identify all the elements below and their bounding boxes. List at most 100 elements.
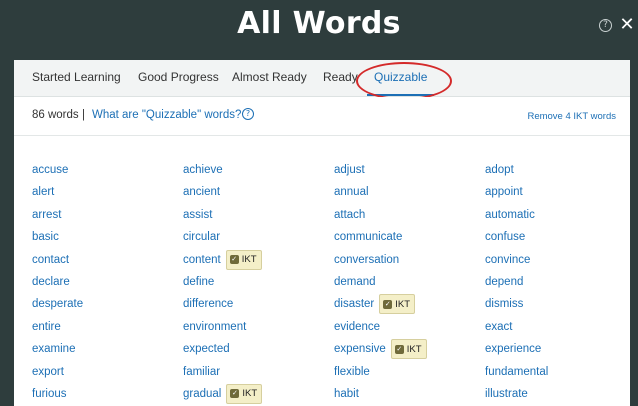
word-link[interactable]: examine — [32, 343, 75, 355]
close-icon[interactable]: ✕ — [619, 16, 635, 34]
word-link[interactable]: dismiss — [485, 298, 523, 310]
word-link[interactable]: assist — [183, 209, 212, 221]
what-are-quizzable-link[interactable]: What are "Quizzable" words? — [92, 109, 241, 121]
word-link[interactable]: accuse — [32, 164, 68, 176]
word-row: arrest assist attach automatic — [32, 205, 630, 227]
question-circle-icon[interactable]: ? — [599, 19, 612, 32]
remove-ikt-words-link[interactable]: Remove 4 IKT words — [527, 111, 616, 122]
word-link[interactable]: attach — [334, 209, 365, 221]
word-cell: flexible — [334, 362, 370, 382]
word-link[interactable]: habit — [334, 388, 359, 400]
word-row: entire environment evidence exact — [32, 317, 630, 339]
check-icon: ✓ — [230, 389, 240, 399]
word-cell: gradual ✓ IKT — [183, 383, 263, 404]
word-row: declare define demand depend — [32, 272, 630, 294]
ikt-badge: ✓ IKT — [225, 249, 262, 270]
word-link[interactable]: define — [183, 276, 214, 288]
word-link[interactable]: entire — [32, 321, 61, 333]
word-cell: habit — [334, 384, 359, 404]
highlight-circle-annotation — [356, 62, 452, 100]
word-link[interactable]: arrest — [32, 209, 61, 221]
word-cell: automatic — [485, 205, 535, 225]
check-icon: ✓ — [383, 299, 393, 309]
word-link[interactable]: appoint — [485, 186, 523, 198]
word-link[interactable]: illustrate — [485, 388, 528, 400]
word-link[interactable]: confuse — [485, 231, 525, 243]
ikt-badge: ✓ IKT — [379, 294, 416, 315]
word-link[interactable]: communicate — [334, 231, 402, 243]
word-cell: illustrate — [485, 384, 528, 404]
tab-good-progress[interactable]: Good Progress — [138, 70, 219, 84]
word-link[interactable]: basic — [32, 231, 59, 243]
word-cell: dismiss — [485, 294, 523, 314]
word-cell: adopt — [485, 160, 514, 180]
word-link[interactable]: achieve — [183, 164, 223, 176]
word-link[interactable]: environment — [183, 321, 246, 333]
word-cell: declare — [32, 272, 70, 292]
word-cell: conversation — [334, 250, 399, 270]
word-link[interactable]: ancient — [183, 186, 220, 198]
word-link[interactable]: evidence — [334, 321, 380, 333]
word-cell: adjust — [334, 160, 365, 180]
info-row: 86 words | What are "Quizzable" words? ?… — [14, 97, 630, 136]
word-row: examine expected expensive ✓ IKT experience — [32, 339, 630, 361]
word-cell: accuse — [32, 160, 68, 180]
word-link[interactable]: expensive — [334, 343, 386, 355]
word-link[interactable]: adopt — [485, 164, 514, 176]
ikt-badge: ✓ IKT — [226, 383, 263, 404]
word-link[interactable]: automatic — [485, 209, 535, 221]
word-cell: confuse — [485, 227, 525, 247]
word-cell: evidence — [334, 317, 380, 337]
word-cell: demand — [334, 272, 376, 292]
word-cell: entire — [32, 317, 61, 337]
word-link[interactable]: contact — [32, 254, 69, 266]
word-link[interactable]: conversation — [334, 254, 399, 266]
word-cell: environment — [183, 317, 246, 337]
question-circle-icon[interactable]: ? — [242, 108, 254, 120]
word-link[interactable]: demand — [334, 276, 376, 288]
word-row: alert ancient annual appoint — [32, 182, 630, 204]
ikt-label: IKT — [242, 388, 258, 400]
word-link[interactable]: expected — [183, 343, 230, 355]
ikt-label: IKT — [406, 343, 422, 355]
word-link[interactable]: depend — [485, 276, 523, 288]
word-cell: basic — [32, 227, 59, 247]
tab-ready[interactable]: Ready — [323, 70, 358, 84]
word-link[interactable]: declare — [32, 276, 70, 288]
word-link[interactable]: desperate — [32, 298, 83, 310]
word-cell: expected — [183, 339, 230, 359]
check-icon: ✓ — [394, 344, 404, 354]
word-cell: examine — [32, 339, 75, 359]
word-cell: content ✓ IKT — [183, 249, 262, 270]
word-link[interactable]: familiar — [183, 366, 220, 378]
word-link[interactable]: fundamental — [485, 366, 548, 378]
tab-almost-ready[interactable]: Almost Ready — [232, 70, 307, 84]
word-cell: desperate — [32, 294, 83, 314]
word-grid: accuse achieve adjust adopt alert ancient annu… — [32, 160, 630, 406]
word-link[interactable]: disaster — [334, 298, 374, 310]
word-link[interactable]: difference — [183, 298, 233, 310]
tab-started-learning[interactable]: Started Learning — [32, 70, 121, 84]
word-link[interactable]: flexible — [334, 366, 370, 378]
word-cell: circular — [183, 227, 220, 247]
page-title: All Words — [237, 6, 401, 41]
word-link[interactable]: furious — [32, 388, 67, 400]
word-link[interactable]: experience — [485, 343, 541, 355]
word-cell: communicate — [334, 227, 402, 247]
word-cell: appoint — [485, 182, 523, 202]
word-link[interactable]: gradual — [183, 388, 221, 400]
word-cell: contact — [32, 250, 69, 270]
word-link[interactable]: content — [183, 254, 221, 266]
word-row: accuse achieve adjust adopt — [32, 160, 630, 182]
ikt-badge: ✓ IKT — [390, 339, 427, 360]
word-link[interactable]: annual — [334, 186, 369, 198]
word-link[interactable]: export — [32, 366, 64, 378]
word-cell: fundamental — [485, 362, 548, 382]
word-link[interactable]: adjust — [334, 164, 365, 176]
word-link[interactable]: exact — [485, 321, 513, 333]
word-cell: export — [32, 362, 64, 382]
word-link[interactable]: alert — [32, 186, 54, 198]
word-link[interactable]: convince — [485, 254, 530, 266]
word-row: contact content ✓ IKT conversation convince — [32, 249, 630, 272]
word-link[interactable]: circular — [183, 231, 220, 243]
